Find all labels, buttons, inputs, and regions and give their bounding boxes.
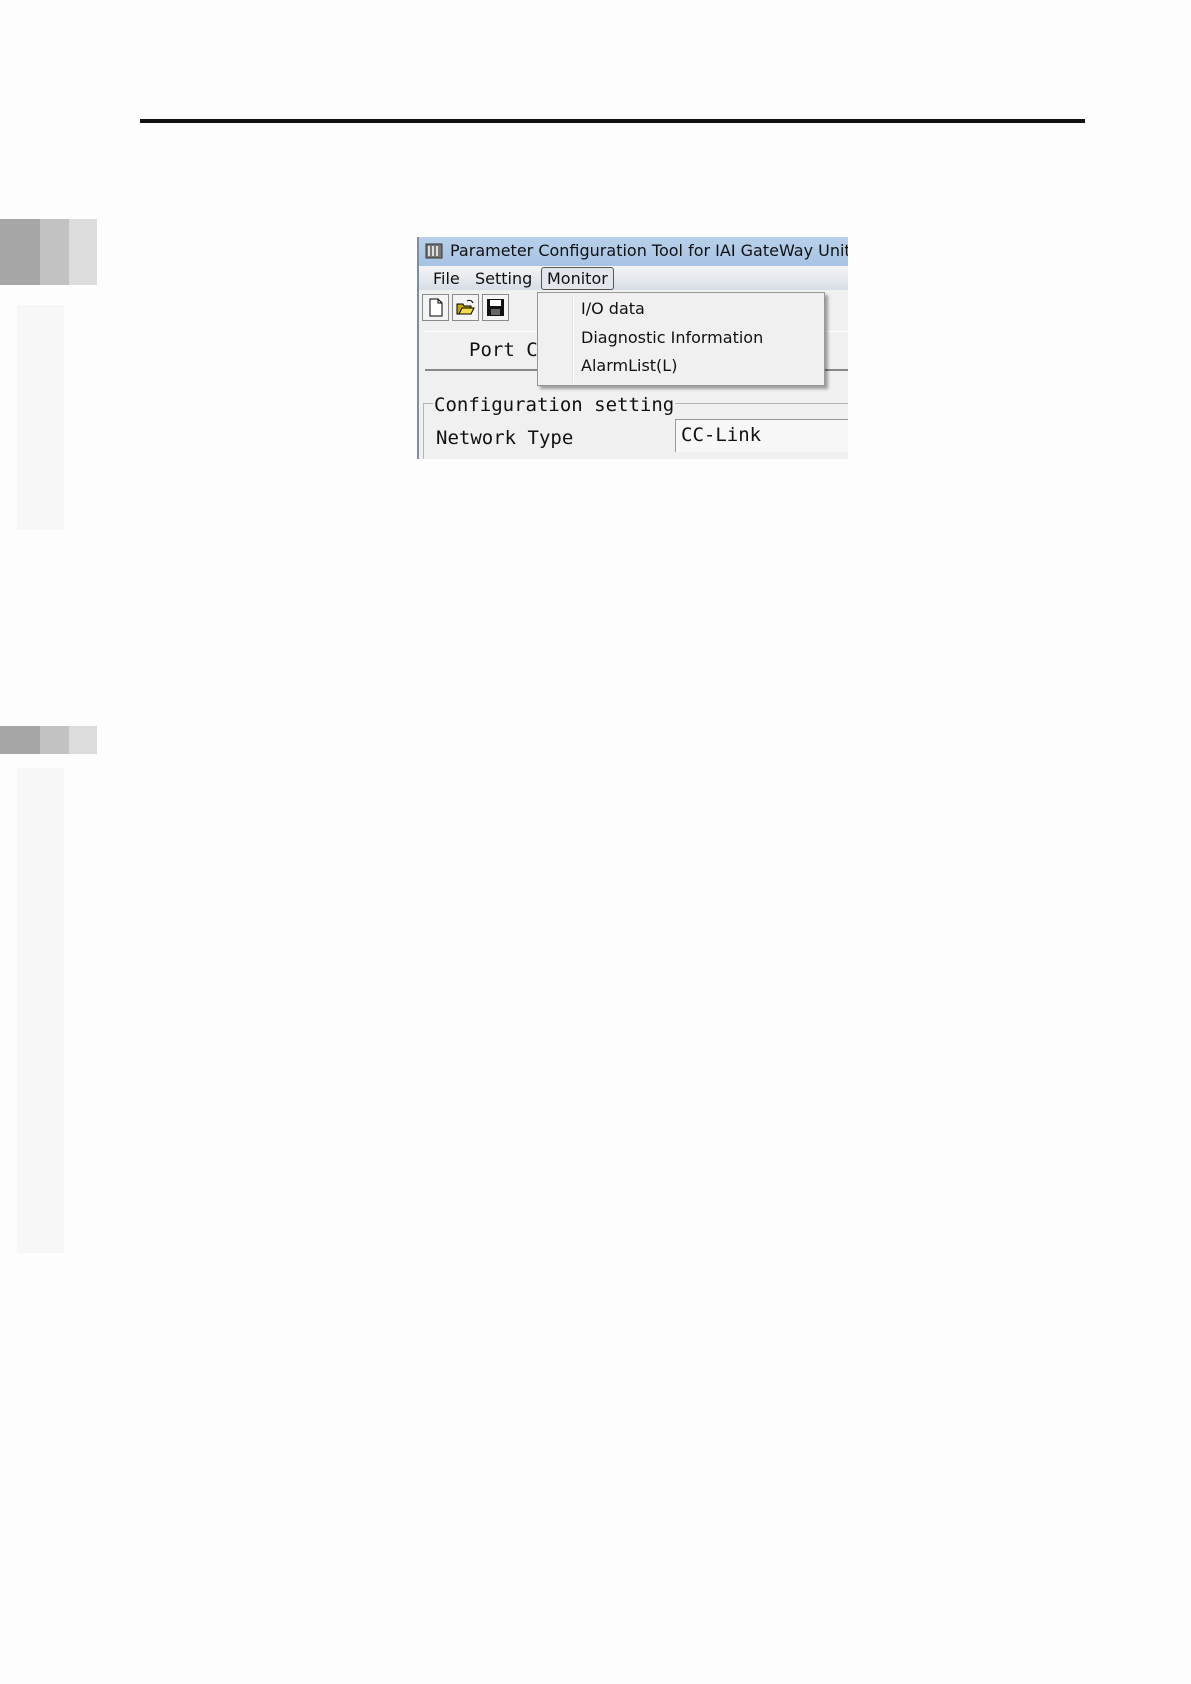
new-file-icon [429,298,443,317]
menu-item-io-data[interactable]: I/O data [581,299,645,318]
save-disk-icon [487,299,504,316]
menu-monitor[interactable]: Monitor [541,267,614,290]
new-file-button[interactable] [422,294,449,321]
menu-bar: File Setting Monitor [417,266,848,290]
chapter-tab-marker [0,219,97,285]
menu-item-alarm-list[interactable]: AlarmList(L) [581,356,677,375]
menu-setting[interactable]: Setting [470,268,537,289]
window-left-border [417,237,419,459]
window-title: Parameter Configuration Tool for IAI Gat… [450,241,848,260]
section-side-strip [17,768,64,1253]
header-rule [140,119,1085,123]
app-window-screenshot: Parameter Configuration Tool for IAI Gat… [417,237,848,459]
save-file-button[interactable] [482,294,509,321]
network-type-label: Network Type [436,427,574,449]
monitor-dropdown-menu: I/O data Diagnostic Information AlarmLis… [537,292,825,386]
menu-item-diagnostic-information[interactable]: Diagnostic Information [581,328,763,347]
open-file-button[interactable] [452,294,479,321]
section-tab-marker [0,726,97,754]
configuration-legend: Configuration setting [433,394,676,416]
open-folder-icon [456,299,475,315]
title-bar: Parameter Configuration Tool for IAI Gat… [417,237,848,266]
app-icon [425,243,443,259]
chapter-side-strip [17,305,64,530]
network-type-field[interactable]: CC-Link [675,419,848,452]
menu-file[interactable]: File [428,268,465,289]
